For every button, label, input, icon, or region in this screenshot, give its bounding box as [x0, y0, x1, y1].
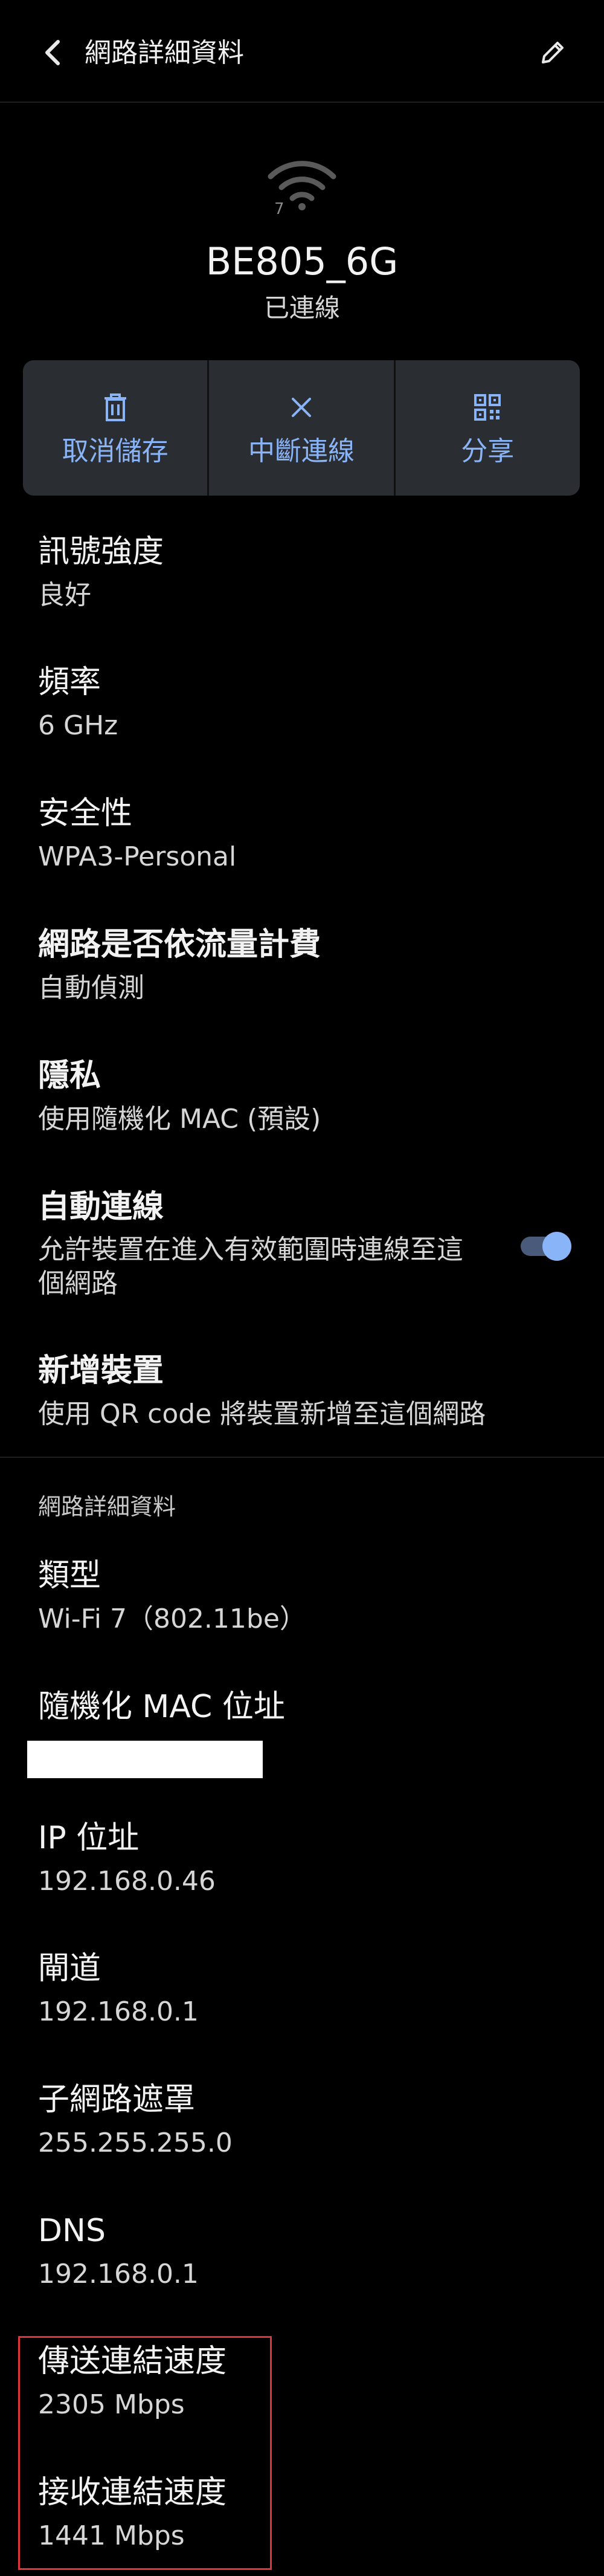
wifi-icon: 7 — [266, 156, 338, 218]
disconnect-button[interactable]: 中斷連線 — [207, 360, 393, 496]
ip-address-value: 192.168.0.46 — [38, 1866, 216, 1897]
auto-connect-title: 自動連線 — [38, 1189, 164, 1225]
subnet-mask-value: 255.255.255.0 — [38, 2128, 233, 2158]
add-device-description: 使用 QR code 將裝置新增至這個網路 — [38, 1399, 486, 1429]
back-button[interactable] — [34, 31, 72, 74]
back-arrow-icon — [45, 40, 60, 65]
metered-title: 網路是否依流量計費 — [38, 927, 321, 963]
signal-strength-value: 良好 — [38, 580, 91, 610]
edit-button[interactable] — [532, 31, 574, 74]
toggle-knob — [542, 1232, 571, 1261]
ip-address-title: IP 位址 — [38, 1820, 140, 1856]
subnet-mask-row: 子網路遮罩 255.255.255.0 — [38, 2079, 570, 2161]
security-title: 安全性 — [38, 795, 133, 832]
forget-button[interactable]: 取消儲存 — [23, 360, 207, 496]
disconnect-button-label: 中斷連線 — [248, 436, 355, 467]
link-speed-highlight-box — [18, 2336, 272, 2570]
frequency-value: 6 GHz — [38, 710, 118, 741]
dns-title: DNS — [38, 2213, 106, 2249]
share-button[interactable]: 分享 — [393, 360, 580, 496]
dns-value: 192.168.0.1 — [38, 2259, 199, 2290]
ip-address-row: IP 位址 192.168.0.46 — [38, 1817, 570, 1899]
gateway-title: 閘道 — [38, 1950, 101, 1987]
privacy-value: 使用隨機化 MAC (預設) — [38, 1104, 321, 1134]
metered-value: 自動偵測 — [38, 972, 144, 1003]
gateway-value: 192.168.0.1 — [38, 1996, 199, 2027]
auto-connect-description: 允許裝置在進入有效範圍時連線至這個網路 — [38, 1234, 463, 1299]
network-ssid: BE805_6G — [205, 239, 399, 283]
add-device-title: 新增裝置 — [38, 1353, 164, 1389]
wifi-standard-badge: 7 — [274, 200, 284, 216]
connection-status: 已連線 — [263, 293, 340, 323]
subnet-mask-title: 子網路遮罩 — [38, 2082, 196, 2118]
redacted-mac-address — [27, 1741, 263, 1778]
section-divider — [0, 1457, 604, 1458]
security-row: 安全性 WPA3-Personal — [38, 792, 570, 875]
add-device-row[interactable]: 新增裝置 使用 QR code 將裝置新增至這個網路 — [38, 1350, 570, 1432]
close-icon — [286, 392, 317, 423]
pencil-icon — [542, 42, 564, 63]
qr-code-icon — [472, 392, 503, 423]
dns-row: DNS 192.168.0.1 — [38, 2210, 570, 2292]
network-details-section-header: 網路詳細資料 — [38, 1493, 176, 1520]
gateway-row: 閘道 192.168.0.1 — [38, 1947, 570, 2030]
page-title: 網路詳細資料 — [85, 37, 244, 68]
signal-strength-row: 訊號強度 良好 — [38, 531, 570, 613]
security-value: WPA3-Personal — [38, 841, 237, 872]
trash-icon — [100, 392, 131, 423]
mac-address-row: 隨機化 MAC 位址 — [38, 1686, 570, 1728]
type-row: 類型 Wi-Fi 7（802.11be） — [38, 1555, 570, 1637]
privacy-title: 隱私 — [38, 1058, 101, 1094]
metered-row[interactable]: 網路是否依流量計費 自動偵測 — [38, 924, 570, 1006]
action-button-bar: 取消儲存 中斷連線 分享 — [23, 360, 580, 496]
forget-button-label: 取消儲存 — [62, 436, 169, 467]
type-title: 類型 — [38, 1558, 101, 1594]
frequency-row: 頻率 6 GHz — [38, 661, 570, 743]
auto-connect-toggle[interactable] — [521, 1232, 573, 1261]
auto-connect-row[interactable]: 自動連線 允許裝置在進入有效範圍時連線至這個網路 — [38, 1186, 485, 1301]
header-divider — [0, 102, 604, 103]
type-value: Wi-Fi 7（802.11be） — [38, 1604, 306, 1634]
mac-address-title: 隨機化 MAC 位址 — [38, 1689, 285, 1725]
share-button-label: 分享 — [461, 436, 515, 467]
top-app-bar: 網路詳細資料 — [0, 0, 604, 103]
frequency-title: 頻率 — [38, 664, 101, 701]
privacy-row[interactable]: 隱私 使用隨機化 MAC (預設) — [38, 1055, 570, 1137]
signal-strength-title: 訊號強度 — [38, 534, 164, 570]
